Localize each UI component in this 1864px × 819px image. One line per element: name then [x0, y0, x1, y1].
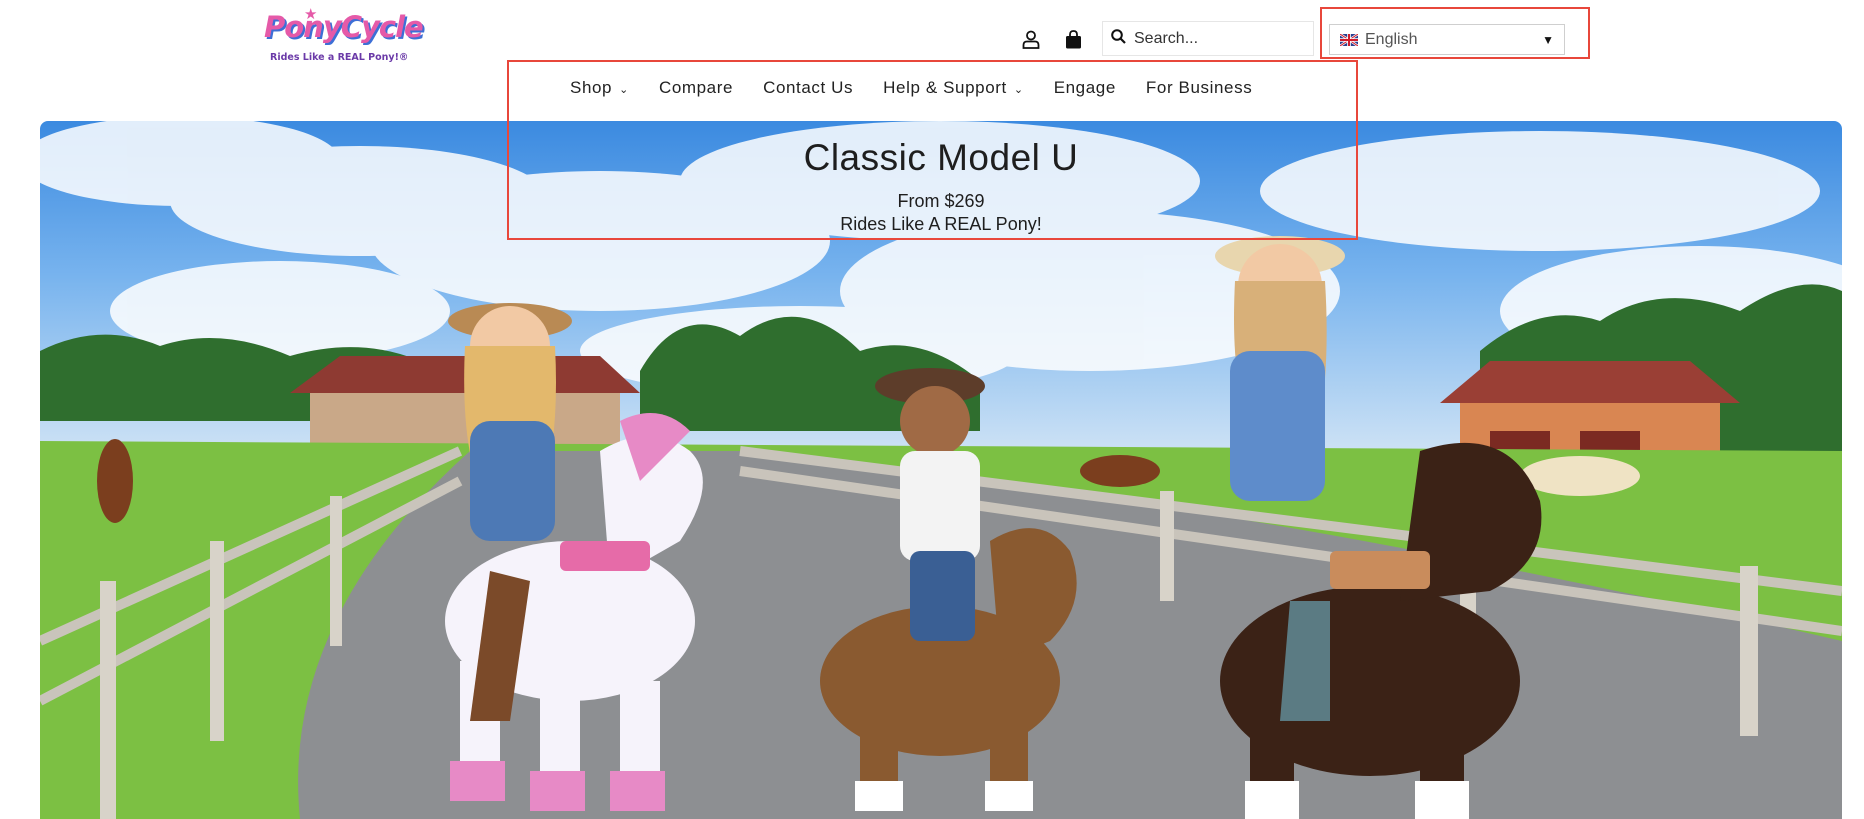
cart-icon[interactable] — [1060, 26, 1086, 52]
language-label: English — [1365, 30, 1418, 48]
language-select[interactable]: English ▼ — [1329, 24, 1565, 55]
nav-highlight-box — [507, 60, 1358, 240]
search-box[interactable] — [1102, 21, 1314, 56]
search-icon — [1111, 28, 1126, 49]
search-input[interactable] — [1134, 29, 1299, 48]
dropdown-caret-icon: ▼ — [1542, 32, 1554, 47]
logo-wordmark: PonyCycle — [264, 10, 424, 44]
account-icon[interactable] — [1018, 26, 1044, 52]
uk-flag-icon — [1340, 33, 1358, 46]
logo-star-icon: ★ — [304, 6, 318, 23]
logo-tagline: Rides Like a REAL Pony!® — [270, 52, 409, 63]
brand-logo[interactable]: PonyCycle ★ Rides Like a REAL Pony!® — [264, 6, 424, 68]
